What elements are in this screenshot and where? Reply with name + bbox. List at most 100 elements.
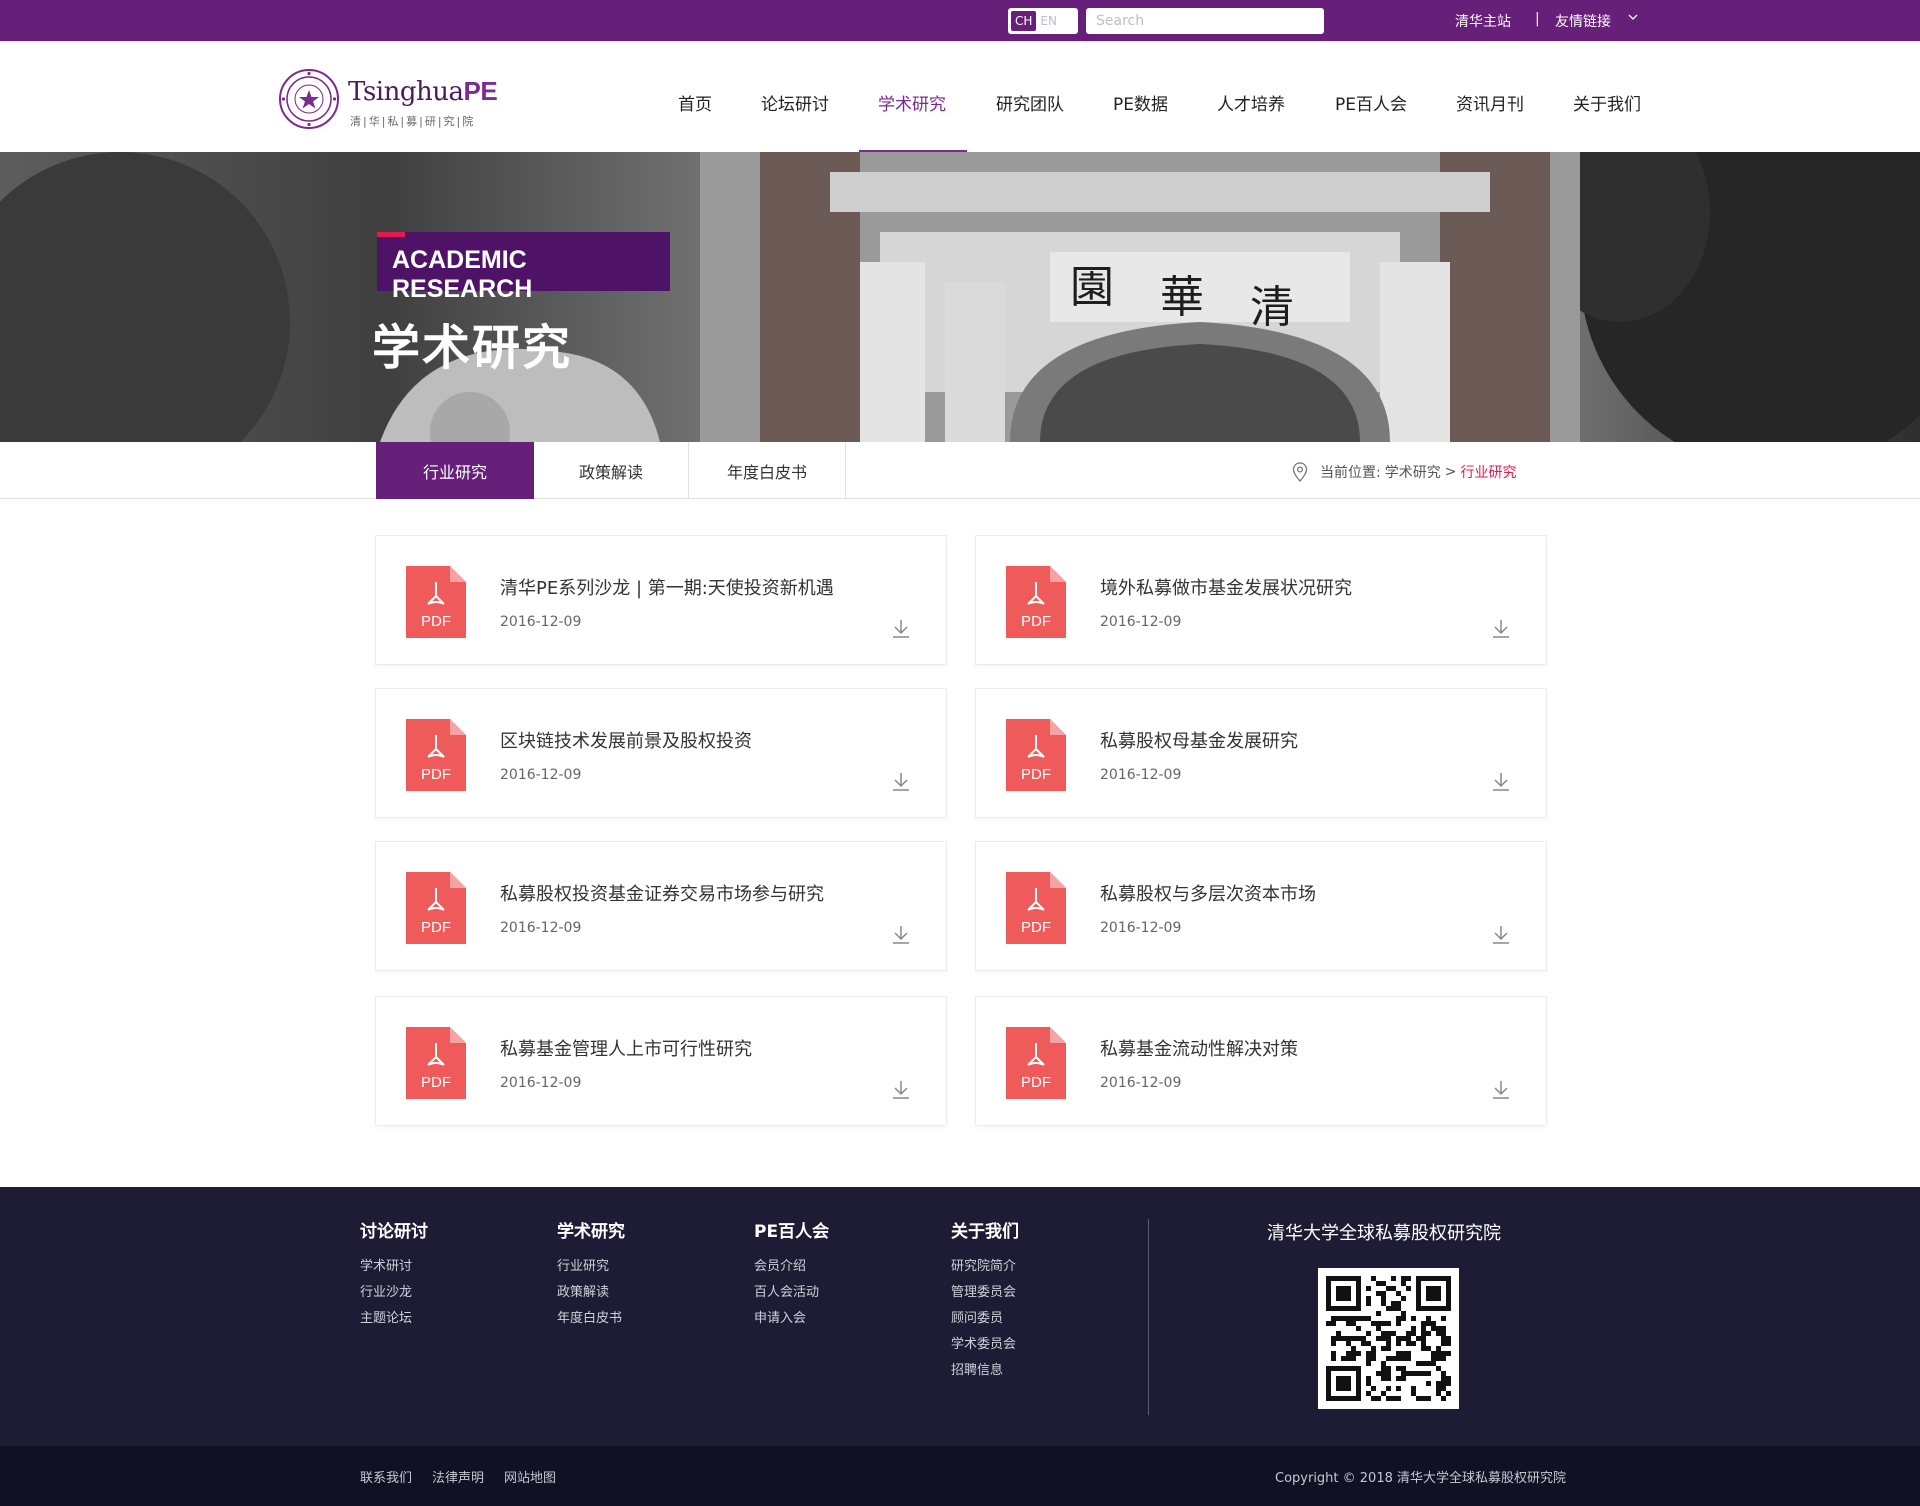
download-icon[interactable]	[890, 771, 912, 793]
breadcrumb-prefix: 当前位置:	[1320, 465, 1381, 481]
chevron-down-icon[interactable]	[1628, 12, 1638, 22]
nav-pe-club[interactable]: PE百人会	[1335, 90, 1407, 115]
document-card[interactable]: PDF 区块链技术发展前景及股权投资 2016-12-09	[375, 688, 947, 818]
breadcrumb-parent[interactable]: 学术研究	[1385, 462, 1441, 482]
document-date: 2016-12-09	[500, 920, 582, 936]
pdf-badge: PDF	[421, 613, 451, 630]
document-title[interactable]: 私募股权与多层次资本市场	[1100, 880, 1316, 906]
footer-link[interactable]: 行业沙龙	[360, 1280, 428, 1306]
nav-home[interactable]: 首页	[678, 90, 712, 115]
footer-col-pe-club: PE百人会 会员介绍 百人会活动 申请入会	[754, 1217, 829, 1332]
document-title[interactable]: 境外私募做市基金发展状况研究	[1100, 574, 1352, 600]
qr-code	[1318, 1268, 1459, 1409]
footer-link[interactable]: 研究院简介	[951, 1254, 1019, 1280]
footer-link[interactable]: 申请入会	[754, 1306, 829, 1332]
tab-industry-research[interactable]: 行业研究	[376, 442, 534, 499]
pdf-file-icon: PDF	[406, 1027, 466, 1099]
footer-col-about: 关于我们 研究院简介 管理委员会 顾问委员 学术委员会 招聘信息	[951, 1217, 1019, 1384]
breadcrumb-current: 行业研究	[1460, 465, 1517, 481]
nav-forum[interactable]: 论坛研讨	[761, 90, 829, 115]
download-icon[interactable]	[1490, 771, 1512, 793]
tab-white-paper[interactable]: 年度白皮书	[689, 442, 846, 499]
nav-monthly[interactable]: 资讯月刊	[1456, 90, 1524, 115]
download-icon[interactable]	[1490, 924, 1512, 946]
document-card[interactable]: PDF 私募基金流动性解决对策 2016-12-09	[975, 996, 1547, 1126]
friend-links-dropdown[interactable]: 友情链接	[1555, 11, 1611, 31]
logo-name: Tsinghua	[348, 77, 464, 107]
nav-about[interactable]: 关于我们	[1573, 90, 1641, 115]
footer-heading: 关于我们	[951, 1222, 1019, 1242]
nav-academic-research[interactable]: 学术研究	[878, 90, 946, 115]
document-title[interactable]: 区块链技术发展前景及股权投资	[500, 727, 752, 753]
pdf-file-icon: PDF	[406, 566, 466, 638]
language-switcher[interactable]: CH EN	[1008, 8, 1078, 34]
download-icon[interactable]	[890, 618, 912, 640]
footer-link[interactable]: 管理委员会	[951, 1280, 1019, 1306]
footer-link[interactable]: 行业研究	[557, 1254, 625, 1280]
pdf-badge: PDF	[1021, 919, 1051, 936]
document-title[interactable]: 私募股权母基金发展研究	[1100, 727, 1298, 753]
nav-pe-data[interactable]: PE数据	[1113, 90, 1168, 115]
document-title[interactable]: 私募基金管理人上市可行性研究	[500, 1035, 752, 1061]
logo-pe: PE	[463, 76, 498, 106]
document-date: 2016-12-09	[500, 767, 582, 783]
document-date: 2016-12-09	[1100, 920, 1182, 936]
pdf-file-icon: PDF	[406, 719, 466, 791]
footer-col-forum: 讨论研讨 学术研讨 行业沙龙 主题论坛	[360, 1217, 428, 1332]
document-card[interactable]: PDF 境外私募做市基金发展状况研究 2016-12-09	[975, 535, 1547, 665]
pdf-badge: PDF	[421, 1074, 451, 1091]
footer-link[interactable]: 学术研讨	[360, 1254, 428, 1280]
search-input[interactable]	[1086, 8, 1324, 34]
sitemap-link[interactable]: 网站地图	[504, 1467, 556, 1486]
download-icon[interactable]	[890, 1079, 912, 1101]
pdf-file-icon: PDF	[406, 872, 466, 944]
gate-illustration: 園 華 清	[0, 152, 1920, 442]
document-title[interactable]: 清华PE系列沙龙 | 第一期:天使投资新机遇	[500, 574, 834, 600]
footer-link[interactable]: 年度白皮书	[557, 1306, 625, 1332]
document-card[interactable]: PDF 私募股权与多层次资本市场 2016-12-09	[975, 841, 1547, 971]
hero-banner: 園 華 清	[0, 152, 1920, 442]
footer-divider	[1148, 1219, 1149, 1415]
contact-link[interactable]: 联系我们	[360, 1467, 412, 1486]
lang-en-button[interactable]: EN	[1040, 13, 1057, 29]
download-icon[interactable]	[1490, 618, 1512, 640]
svg-text:華: 華	[1160, 272, 1204, 323]
lang-ch-button[interactable]: CH	[1011, 11, 1037, 31]
download-icon[interactable]	[890, 924, 912, 946]
footer-link[interactable]: 招聘信息	[951, 1358, 1019, 1384]
pdf-badge: PDF	[1021, 766, 1051, 783]
footer-link[interactable]: 学术委员会	[951, 1332, 1019, 1358]
document-card[interactable]: PDF 私募基金管理人上市可行性研究 2016-12-09	[375, 996, 947, 1126]
main-site-link[interactable]: 清华主站	[1455, 11, 1511, 31]
nav-talent[interactable]: 人才培养	[1217, 90, 1285, 115]
logo[interactable]: TsinghuaPE 清|华|私|募|研|究|院	[278, 68, 498, 132]
footer-link[interactable]: 百人会活动	[754, 1280, 829, 1306]
logo-wordmark: TsinghuaPE	[348, 76, 498, 107]
footer-col-research: 学术研究 行业研究 政策解读 年度白皮书	[557, 1217, 625, 1332]
document-card[interactable]: PDF 私募股权母基金发展研究 2016-12-09	[975, 688, 1547, 818]
footer: 讨论研讨 学术研讨 行业沙龙 主题论坛 学术研究 行业研究 政策解读 年度白皮书…	[0, 1187, 1920, 1446]
logo-subtitle: 清|华|私|募|研|究|院	[350, 115, 476, 128]
download-icon[interactable]	[1490, 1079, 1512, 1101]
footer-link[interactable]: 会员介绍	[754, 1254, 829, 1280]
tab-policy[interactable]: 政策解读	[534, 442, 689, 499]
nav-research-team[interactable]: 研究团队	[996, 90, 1064, 115]
top-bar: CH EN 清华主站 | 友情链接	[0, 0, 1920, 41]
document-title[interactable]: 私募股权投资基金证券交易市场参与研究	[500, 880, 824, 906]
document-date: 2016-12-09	[1100, 614, 1182, 630]
bottom-bar: 联系我们 法律声明 网站地图 Copyright © 2018 清华大学全球私募…	[0, 1446, 1920, 1506]
document-title[interactable]: 私募基金流动性解决对策	[1100, 1035, 1298, 1061]
banner-english-title: ACADEMIC RESEARCH	[392, 246, 533, 303]
footer-link[interactable]: 顾问委员	[951, 1306, 1019, 1332]
document-card[interactable]: PDF 清华PE系列沙龙 | 第一期:天使投资新机遇 2016-12-09	[375, 535, 947, 665]
footer-link[interactable]: 主题论坛	[360, 1306, 428, 1332]
document-card[interactable]: PDF 私募股权投资基金证券交易市场参与研究 2016-12-09	[375, 841, 947, 971]
legal-link[interactable]: 法律声明	[432, 1467, 484, 1486]
pdf-file-icon: PDF	[1006, 566, 1066, 638]
pdf-file-icon: PDF	[1006, 719, 1066, 791]
footer-link[interactable]: 政策解读	[557, 1280, 625, 1306]
pdf-badge: PDF	[1021, 613, 1051, 630]
document-date: 2016-12-09	[500, 614, 582, 630]
pdf-badge: PDF	[1021, 1074, 1051, 1091]
svg-text:清: 清	[1250, 282, 1294, 333]
